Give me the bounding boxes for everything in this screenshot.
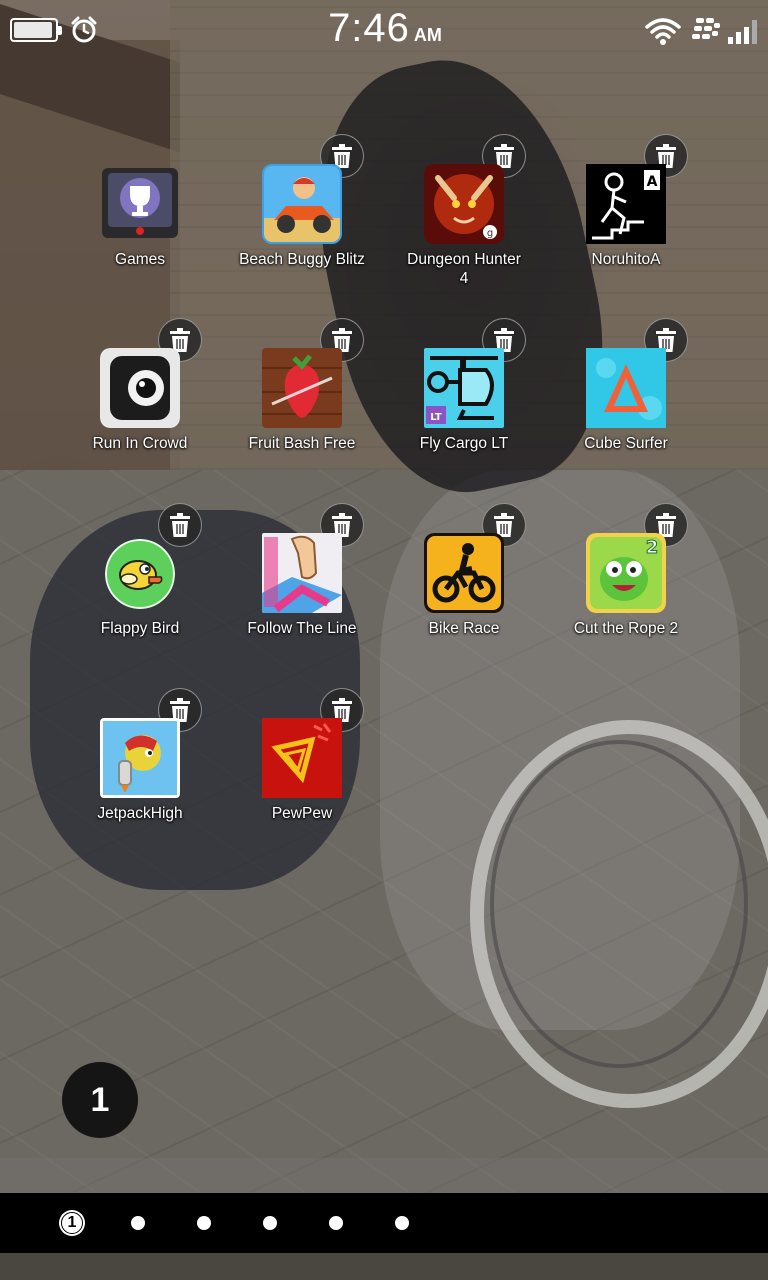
beach-buggy-blitz-icon[interactable] — [262, 164, 342, 244]
page-dot[interactable] — [131, 1216, 145, 1230]
page-dot[interactable] — [197, 1216, 211, 1230]
app-tile-fly-cargo-lt[interactable]: LT Fly Cargo LT — [383, 318, 545, 518]
page-dot-label: 1 — [61, 1212, 83, 1234]
app-label: JetpackHigh — [97, 805, 183, 822]
page-dot[interactable] — [329, 1216, 343, 1230]
page-dot[interactable] — [395, 1216, 409, 1230]
pewpew-icon[interactable] — [262, 718, 342, 798]
app-tile-cube-surfer[interactable]: Cube Surfer — [545, 318, 707, 518]
app-tile-fruit-bash-free[interactable]: Fruit Bash Free — [221, 318, 383, 518]
app-label: PewPew — [271, 805, 333, 822]
fly-cargo-icon[interactable]: LT — [424, 348, 504, 428]
app-label: Bike Race — [428, 620, 500, 637]
app-tile-games[interactable]: Games — [59, 164, 221, 334]
app-tile-pewpew[interactable]: PewPew — [221, 688, 383, 888]
app-label: NoruhitoA — [591, 251, 661, 268]
app-tile-noruhitoa[interactable]: A NoruhitoA — [545, 134, 707, 334]
fruit-bash-icon[interactable] — [262, 348, 342, 428]
flappy-bird-icon[interactable] — [105, 539, 175, 609]
app-tile-flappy-bird[interactable]: Flappy Bird — [59, 503, 221, 703]
page-number-badge[interactable]: 1 — [62, 1062, 138, 1138]
noruhito-icon[interactable]: A — [586, 164, 666, 244]
app-label: Fruit Bash Free — [248, 435, 356, 452]
app-tile-beach-buggy-blitz[interactable]: Beach Buggy Blitz — [221, 134, 383, 334]
app-tile-bike-race[interactable]: Bike Race — [383, 503, 545, 703]
page-dot[interactable] — [263, 1216, 277, 1230]
app-tile-follow-the-line[interactable]: Follow The Line — [221, 503, 383, 703]
svg-text:A: A — [647, 174, 658, 190]
games-hub-icon[interactable] — [100, 164, 180, 244]
app-tile-cut-the-rope-2[interactable]: 2 Cut the Rope 2 — [545, 503, 707, 703]
app-label: Cut the Rope 2 — [573, 620, 679, 637]
svg-text:g: g — [487, 228, 493, 239]
svg-text:LT: LT — [430, 412, 442, 423]
page-dot-active[interactable]: 1 — [59, 1210, 85, 1236]
bottom-edge — [0, 1253, 768, 1280]
app-tile-run-in-crowd[interactable]: Run In Crowd — [59, 318, 221, 518]
app-tile-dungeon-hunter-4[interactable]: g Dungeon Hunter 4 — [383, 134, 545, 334]
delete-app-button[interactable] — [158, 503, 202, 547]
app-label: Cube Surfer — [584, 435, 668, 452]
app-label: Flappy Bird — [100, 620, 180, 637]
bike-race-icon[interactable] — [424, 533, 504, 613]
app-label: Dungeon Hunter 4 — [407, 251, 521, 287]
app-label: Games — [115, 251, 165, 268]
dock-strip — [0, 1158, 768, 1194]
app-label: Run In Crowd — [92, 435, 188, 452]
app-label: Beach Buggy Blitz — [239, 251, 365, 268]
svg-text:2: 2 — [646, 537, 659, 558]
follow-the-line-icon[interactable] — [262, 533, 342, 613]
run-in-crowd-icon[interactable] — [100, 348, 180, 428]
app-tile-jetpackhigh[interactable]: JetpackHigh — [59, 688, 221, 888]
dungeon-hunter-icon[interactable]: g — [424, 164, 504, 244]
jetpack-high-icon[interactable] — [100, 718, 180, 798]
cut-the-rope-icon[interactable]: 2 — [586, 533, 666, 613]
cube-surfer-icon[interactable] — [586, 348, 666, 428]
app-label: Follow The Line — [247, 620, 357, 637]
app-label: Fly Cargo LT — [419, 435, 509, 452]
app-grid: Games Beach Buggy Blitz g Dungeon Hunter — [0, 0, 768, 1190]
page-indicator-bar: 1 — [0, 1193, 768, 1253]
trash-icon — [170, 513, 190, 537]
